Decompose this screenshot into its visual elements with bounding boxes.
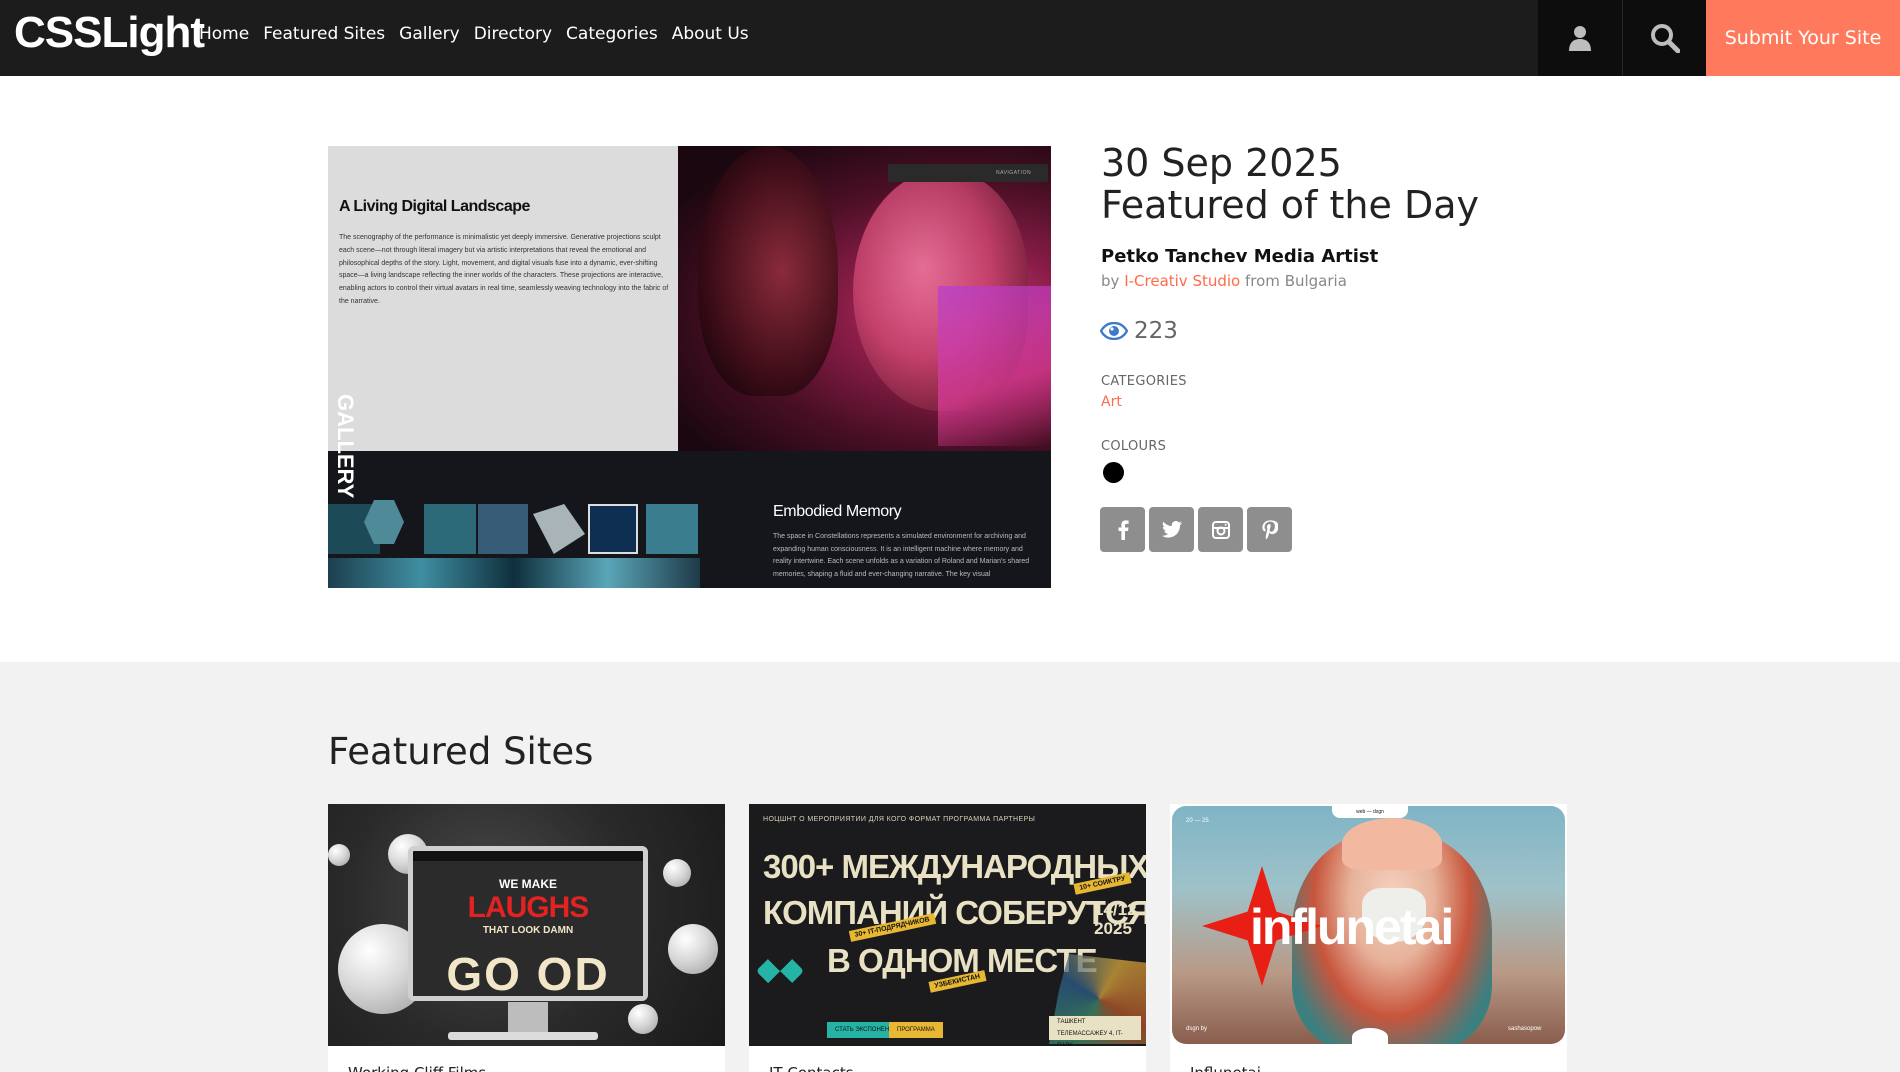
featured-sites-title: Featured Sites — [328, 730, 594, 773]
screenshot-line: GO OD — [446, 948, 610, 1000]
screenshot-date: 14/12 2025 — [1094, 900, 1137, 938]
pinterest-icon — [1261, 519, 1278, 539]
screenshot-photo: NAVIGATION — [678, 146, 1051, 451]
screenshot-thumb-strip — [328, 500, 700, 588]
nav-featured-sites[interactable]: Featured Sites — [263, 24, 385, 44]
view-count: 223 — [1100, 318, 1178, 344]
keyboard — [448, 1032, 598, 1040]
screenshot-vertical-word: GALLERY — [333, 394, 358, 499]
share-facebook-button[interactable] — [1100, 507, 1145, 552]
photo-hat — [1342, 818, 1442, 870]
screenshot-line: КОМПАНИЙ СОБЕРУТСЯ — [763, 894, 1146, 931]
photo-glow — [938, 286, 1051, 446]
nav-home[interactable]: Home — [199, 24, 249, 44]
nav-gallery[interactable]: Gallery — [399, 24, 460, 44]
card-screenshot: WE MAKE LAUGHS THAT LOOK DAMN GO OD — [328, 804, 725, 1046]
screenshot-line: THAT LOOK DAMN — [482, 925, 574, 936]
screenshot-body-right: The space in Constellations represents a… — [773, 533, 1030, 578]
categories-label: CATEGORIES — [1101, 374, 1187, 389]
colours-label: COLOURS — [1101, 439, 1167, 454]
card-title[interactable]: Influnetai — [1190, 1064, 1261, 1072]
sphere — [663, 859, 691, 887]
sphere — [628, 1004, 658, 1034]
thumb — [646, 504, 698, 554]
colour-swatch[interactable] — [1103, 462, 1124, 483]
eye-icon — [1100, 322, 1128, 340]
facebook-icon — [1118, 519, 1129, 540]
screenshot-button: ПРОГРАММА — [889, 1022, 943, 1038]
site-name[interactable]: Petko Tanchev Media Artist — [1101, 246, 1378, 267]
sphere — [668, 924, 718, 974]
card-screenshot: influnetai web — dsgn 20 — 25 dsgn by sa… — [1172, 806, 1565, 1044]
top-navbar: CSSLight Home Featured Sites Gallery Dir… — [0, 0, 1900, 76]
featured-sites-section: Featured Sites WE MAKE LAUGHS THAT LOOK … — [0, 662, 1900, 1072]
twitter-icon — [1161, 521, 1182, 538]
screenshot-line: LAUGHS — [467, 891, 590, 924]
screenshot-emblem — [755, 946, 805, 996]
submit-site-button[interactable]: Submit Your Site — [1706, 0, 1900, 76]
share-twitter-button[interactable] — [1149, 507, 1194, 552]
category-link-art[interactable]: Art — [1101, 394, 1122, 410]
search-icon — [1650, 24, 1680, 53]
featured-card[interactable]: НОЦШНТ О МЕРОПРИЯТИИ ДЛЯ КОГО ФОРМАТ ПРО… — [749, 804, 1146, 1072]
card-title[interactable]: Working Cliff Films — [348, 1064, 486, 1072]
photo-shape — [698, 146, 838, 396]
nav-categories[interactable]: Categories — [566, 24, 658, 44]
view-count-value: 223 — [1134, 318, 1178, 344]
share-pinterest-button[interactable] — [1247, 507, 1292, 552]
featured-card[interactable]: WE MAKE LAUGHS THAT LOOK DAMN GO OD Work… — [328, 804, 725, 1072]
studio-link[interactable]: I-Creativ Studio — [1124, 272, 1240, 290]
user-button[interactable] — [1538, 0, 1622, 76]
user-icon — [1569, 26, 1591, 51]
thumb — [424, 504, 476, 554]
thumb — [588, 504, 638, 554]
screenshot-credit: dsgn by — [1186, 1026, 1208, 1032]
featured-site-screenshot[interactable]: A Living Digital Landscape The scenograp… — [328, 146, 1051, 588]
thumb — [533, 504, 585, 554]
share-instagram-button[interactable] — [1198, 507, 1243, 552]
screenshot-tab: web — dsgn — [1332, 806, 1408, 818]
screenshot-year: 20 — 25 — [1186, 818, 1209, 824]
screenshot-tab-notch — [1352, 1028, 1388, 1044]
screenshot-location: ТАШКЕНТ ТЕЛЕМАССАЖЕУ 4, IT-ПАРК — [1049, 1016, 1141, 1046]
main-nav: Home Featured Sites Gallery Directory Ca… — [199, 24, 749, 44]
nav-about-us[interactable]: About Us — [672, 24, 749, 44]
screenshot-heading-left: A Living Digital Landscape — [339, 198, 530, 215]
screenshot-line: WE MAKE — [499, 877, 557, 891]
featured-date: 30 Sep 2025 — [1101, 141, 1342, 185]
card-title[interactable]: IT Contacts — [769, 1064, 854, 1072]
search-button[interactable] — [1622, 0, 1706, 76]
thumb — [328, 558, 700, 588]
featured-card[interactable]: influnetai web — dsgn 20 — 25 dsgn by sa… — [1170, 804, 1567, 1072]
screenshot-mini-nav: NAVIGATION — [888, 164, 1048, 182]
share-buttons — [1100, 507, 1292, 552]
screenshot-heading-right: Embodied Memory — [773, 503, 902, 520]
thumb — [478, 504, 528, 554]
instagram-icon — [1211, 520, 1230, 539]
nav-directory[interactable]: Directory — [474, 24, 552, 44]
screenshot-body-left: The scenography of the performance is mi… — [339, 234, 669, 305]
monitor-stand — [508, 1002, 548, 1032]
featured-heading: Featured of the Day — [1101, 183, 1479, 227]
from-country: from Bulgaria — [1245, 272, 1347, 290]
card-screenshot: НОЦШНТ О МЕРОПРИЯТИИ ДЛЯ КОГО ФОРМАТ ПРО… — [749, 804, 1146, 1046]
site-logo[interactable]: CSSLight — [14, 8, 205, 58]
screenshot-nav: НОЦШНТ О МЕРОПРИЯТИИ ДЛЯ КОГО ФОРМАТ ПРО… — [763, 816, 1036, 823]
screenshot-left-panel: A Living Digital Landscape The scenograp… — [328, 146, 678, 451]
byline: by I-Creativ Studio from Bulgaria — [1101, 272, 1347, 290]
by-prefix: by — [1101, 272, 1120, 290]
screenshot-author: sashasopow — [1508, 1026, 1542, 1032]
monitor-screen: WE MAKE LAUGHS THAT LOOK DAMN GO OD — [413, 861, 643, 1000]
monitor-mockup: WE MAKE LAUGHS THAT LOOK DAMN GO OD — [408, 846, 648, 1001]
screenshot-brand: influnetai — [1250, 899, 1454, 955]
sphere — [328, 844, 350, 866]
